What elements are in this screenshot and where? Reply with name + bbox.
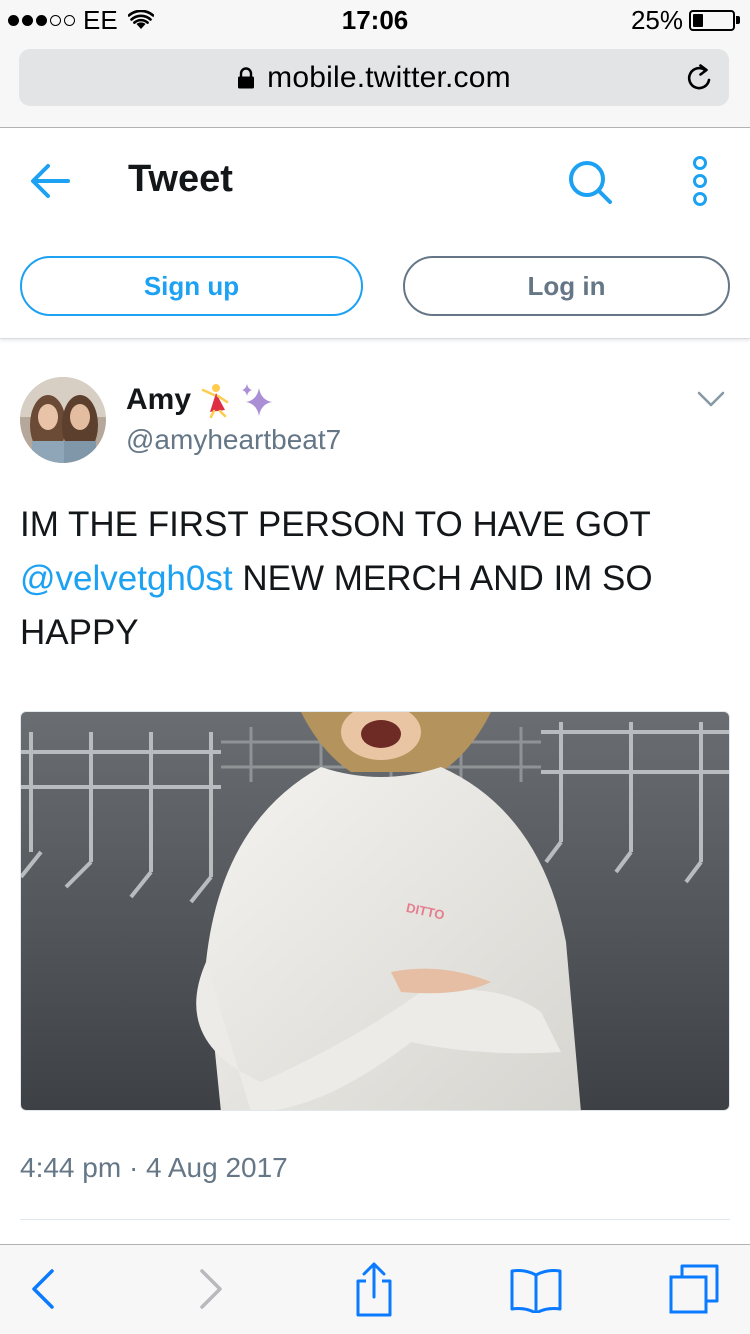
status-bar: EE 17:06 25% <box>0 0 750 40</box>
page-title: Tweet <box>128 158 233 200</box>
reload-icon[interactable] <box>685 63 715 93</box>
log-in-button[interactable]: Log in <box>403 256 730 316</box>
search-icon[interactable] <box>566 158 614 206</box>
url-field[interactable]: mobile.twitter.com <box>19 49 729 106</box>
avatar[interactable] <box>20 377 106 463</box>
battery-percentage: 25% <box>630 4 683 35</box>
dancer-emoji <box>201 384 229 418</box>
forward-icon[interactable] <box>198 1269 224 1309</box>
author-name-row[interactable]: Amy <box>126 382 275 418</box>
tabs-icon[interactable] <box>668 1263 720 1315</box>
battery-icon <box>689 9 735 31</box>
tweet-photo-image: DITTO <box>21 712 729 1110</box>
avatar-photo <box>20 377 106 463</box>
battery-status: 25% <box>630 4 740 35</box>
lock-icon <box>238 66 255 88</box>
mention-link[interactable]: @velvetgh0st <box>20 559 233 598</box>
chevron-down-icon[interactable] <box>696 388 726 410</box>
browser-address-bar: mobile.twitter.com <box>0 40 750 128</box>
tweet-photo[interactable]: DITTO <box>20 711 730 1111</box>
author-name[interactable]: Amy <box>126 383 191 417</box>
tweet-page-header: Tweet Sign up Log in <box>0 129 750 339</box>
sparkles-emoji <box>242 384 273 416</box>
battery-level-fill <box>693 13 703 27</box>
share-icon[interactable] <box>352 1261 396 1317</box>
tweet-text-part: IM THE FIRST PERSON TO HAVE GOT <box>20 505 651 544</box>
divider <box>20 1219 730 1220</box>
author-handle[interactable]: @amyheartbeat7 <box>126 424 341 456</box>
browser-toolbar <box>0 1244 750 1334</box>
back-arrow-icon[interactable] <box>28 161 72 201</box>
url-text: mobile.twitter.com <box>267 60 511 94</box>
bookmarks-icon[interactable] <box>509 1267 563 1313</box>
tweet-text: IM THE FIRST PERSON TO HAVE GOT @velvetg… <box>20 498 732 660</box>
sign-up-button[interactable]: Sign up <box>20 256 363 316</box>
battery-tip <box>736 16 740 24</box>
more-options-icon[interactable] <box>688 155 712 207</box>
tweet-timestamp[interactable]: 4:44 pm · 4 Aug 2017 <box>20 1152 288 1184</box>
back-icon[interactable] <box>30 1269 56 1309</box>
